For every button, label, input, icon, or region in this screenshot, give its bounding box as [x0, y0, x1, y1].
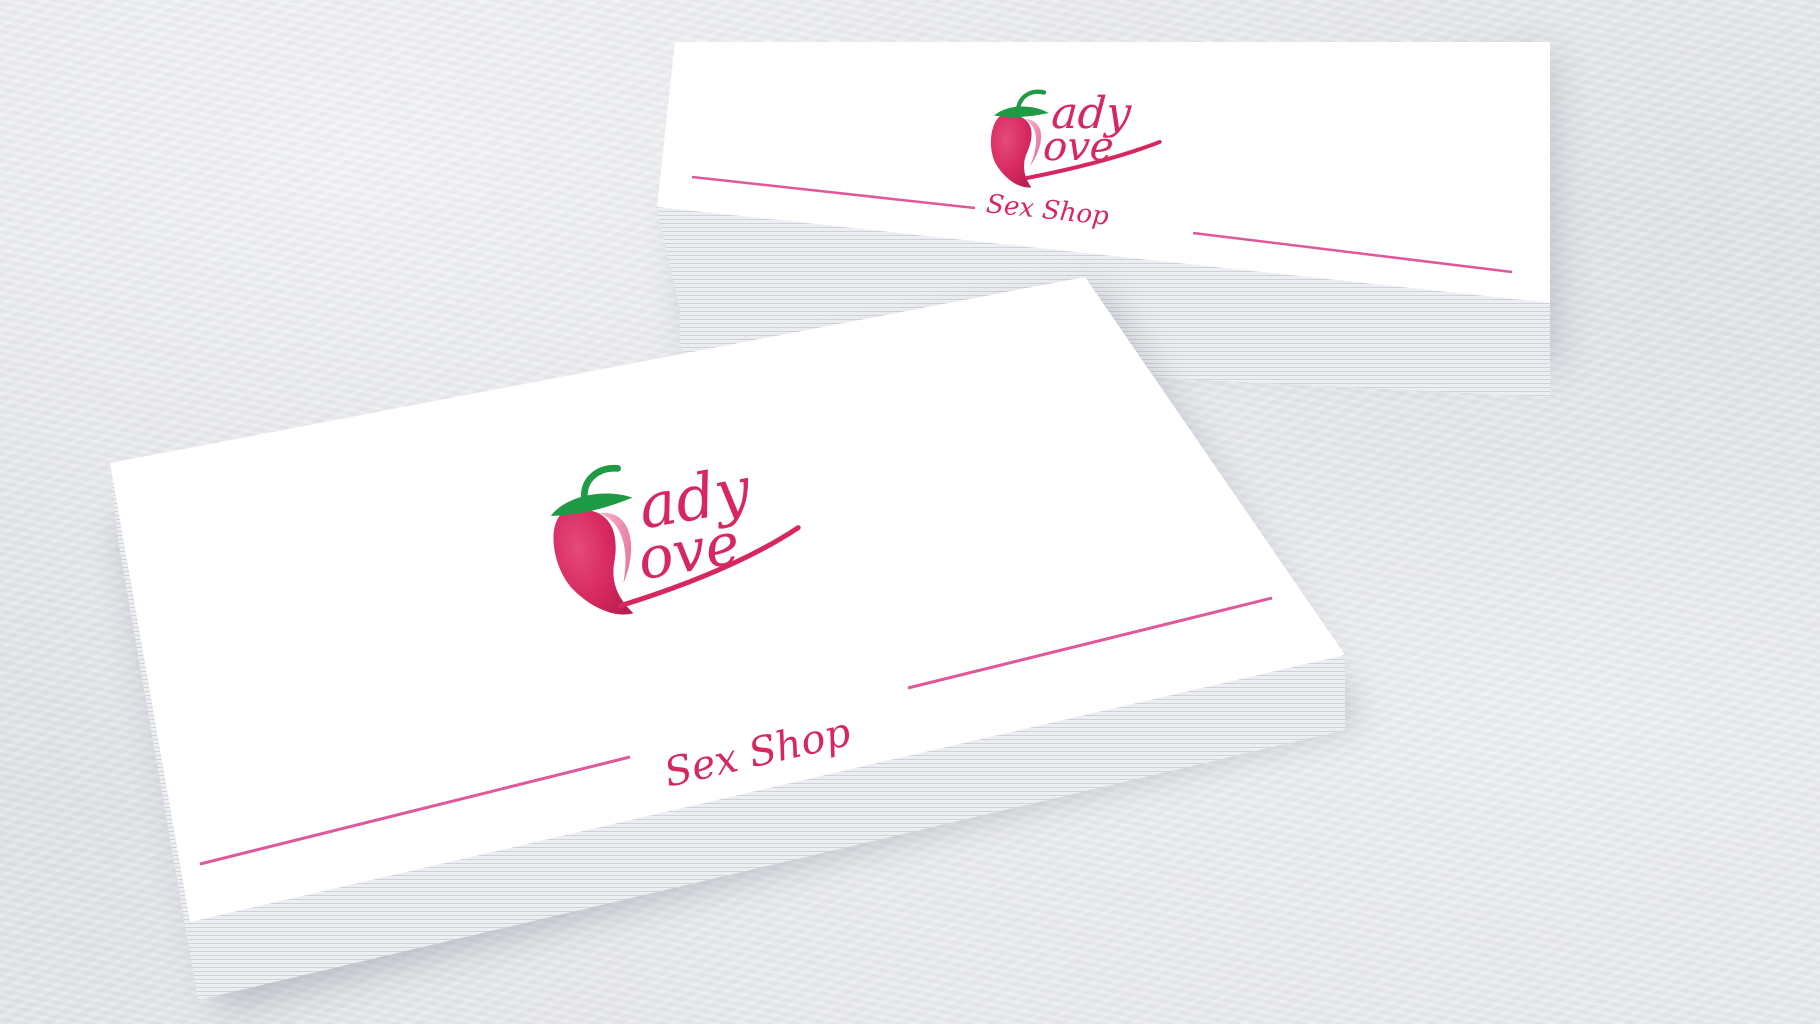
front-card-stack: [110, 277, 1360, 1010]
business-card-scene: ady ove Sex Shop ady ove Sex Shop: [110, 42, 1560, 1010]
back-logo-line2: ove: [1042, 124, 1116, 170]
